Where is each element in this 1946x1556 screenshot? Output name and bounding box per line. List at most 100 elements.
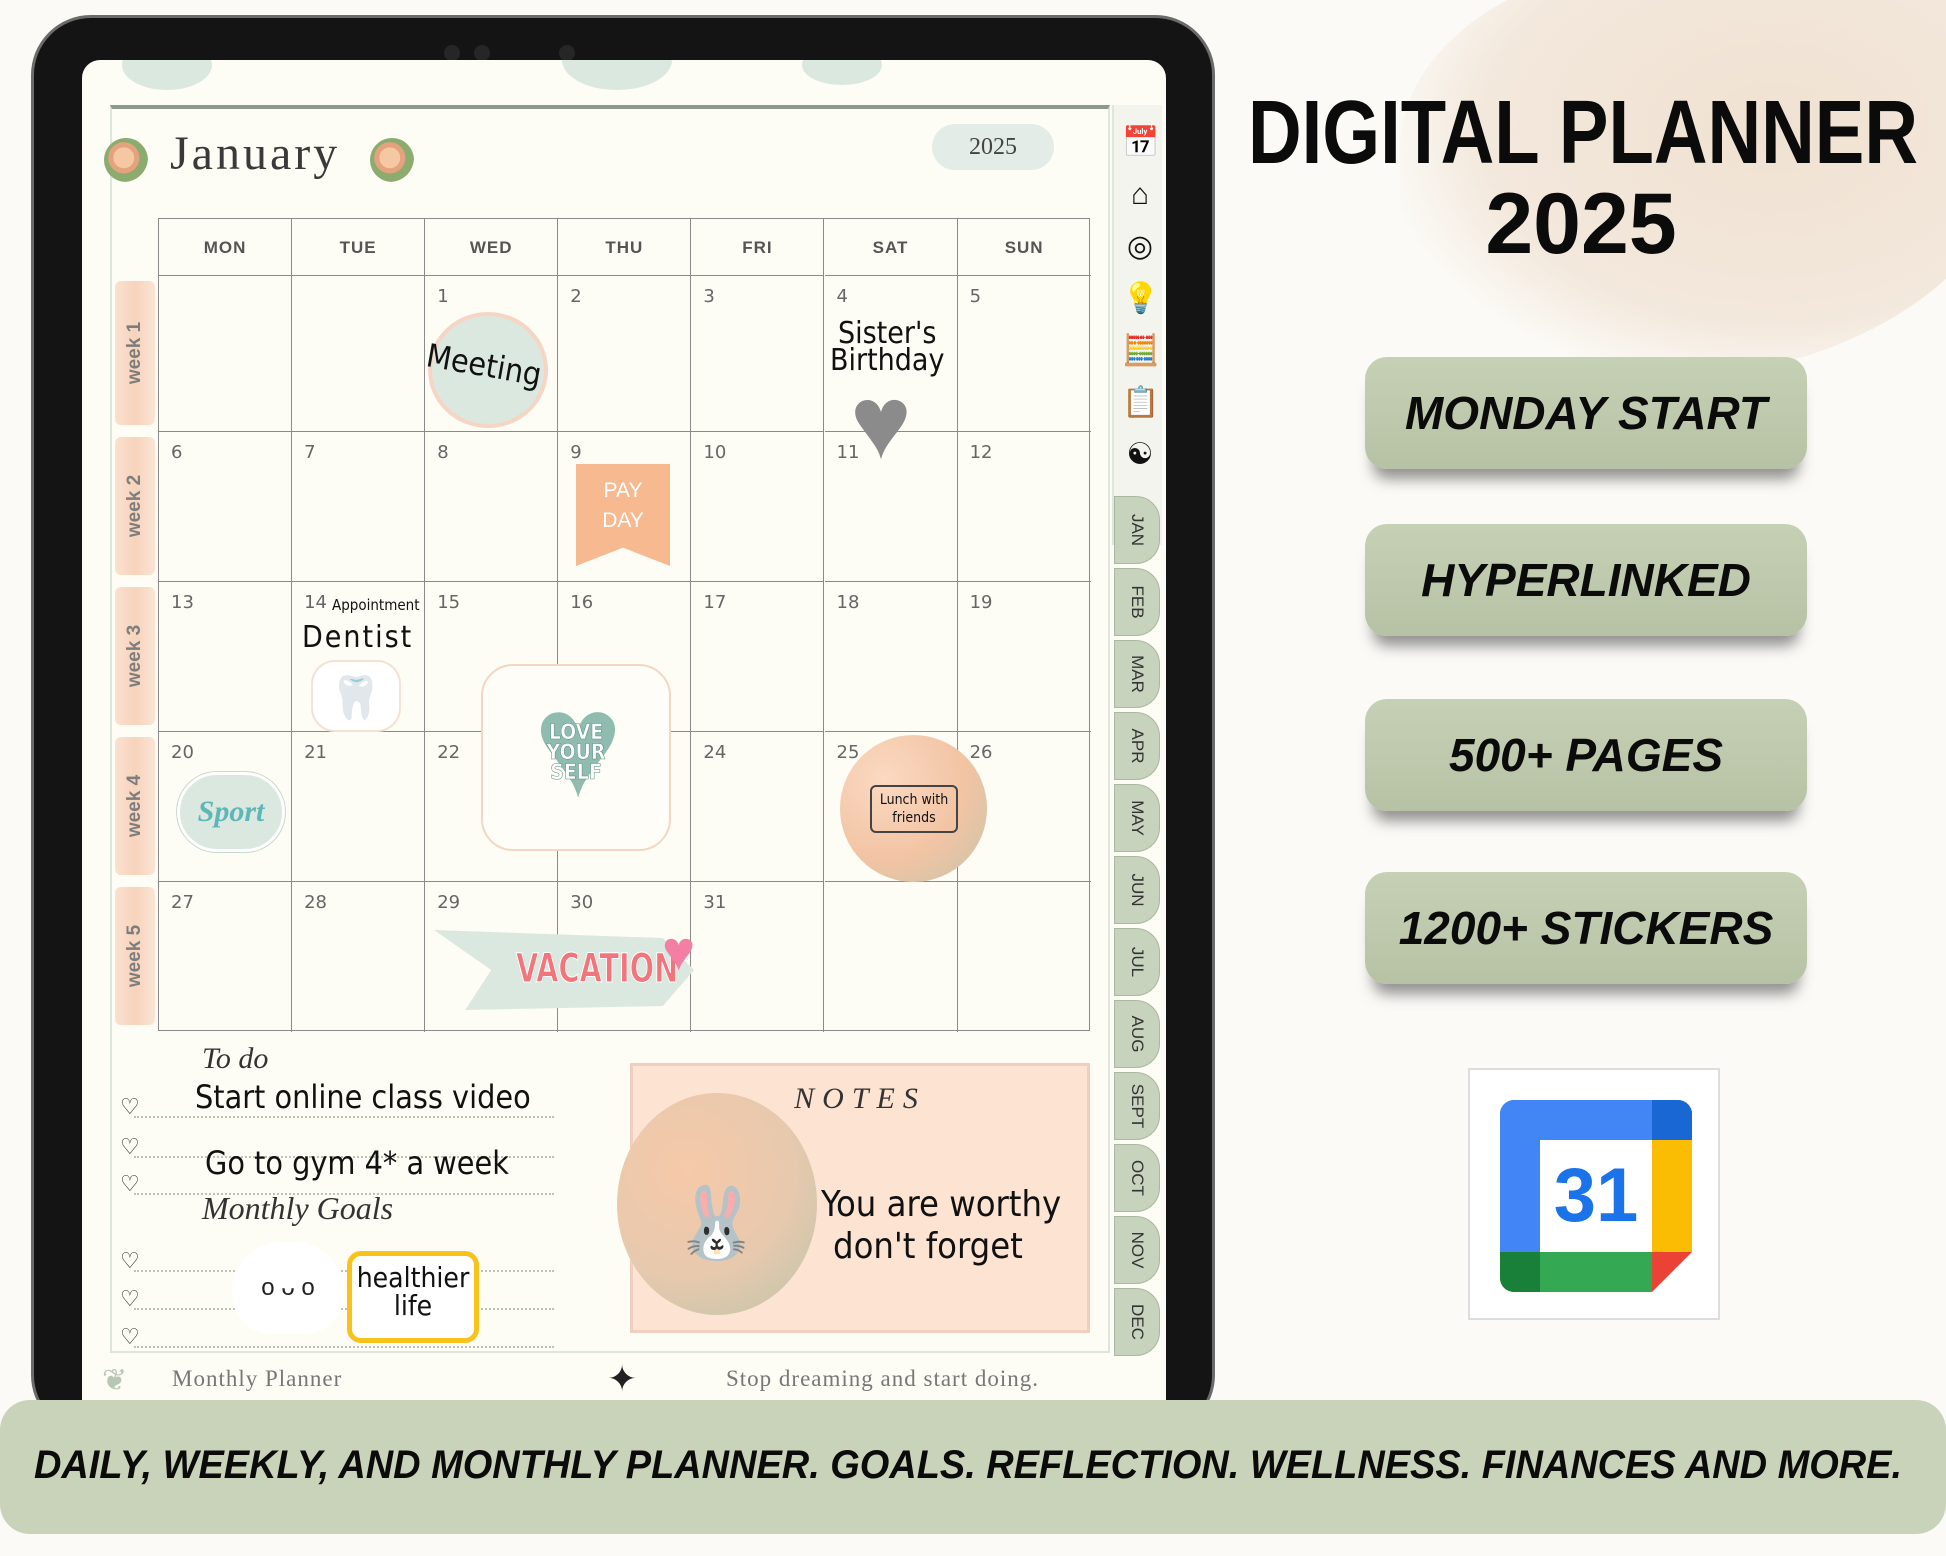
notes-text: You are worthy don't forget	[821, 1184, 1062, 1267]
tab-label: FEB	[1128, 585, 1147, 619]
week-label-text: week 5	[124, 924, 145, 988]
todo-item[interactable]: Go to gym 4* a week	[205, 1144, 509, 1182]
heart-checkbox-icon[interactable]: ♡	[120, 1324, 140, 1350]
day-cell[interactable]: 3	[691, 276, 825, 432]
heart-checkbox-icon[interactable]: ♡	[120, 1248, 140, 1274]
bunny-icon: 🐰	[673, 1184, 761, 1262]
week-label[interactable]: week 4	[115, 737, 155, 875]
tab-apr[interactable]: APR	[1114, 712, 1160, 780]
tab-jul[interactable]: JUL	[1114, 928, 1160, 996]
week-label[interactable]: week 2	[115, 437, 155, 575]
target-icon[interactable]: ◎	[1122, 229, 1158, 265]
tab-label: NOV	[1128, 1231, 1147, 1269]
day-cell[interactable]: 13	[159, 582, 293, 732]
calendar-grid: MON TUE WED THU FRI SAT SUN 1 2 3 4 5 6 7 8 9 10 11 12 13 14…	[158, 218, 1091, 1032]
day-number: 28	[304, 892, 327, 913]
todo-item[interactable]: Start online class video	[195, 1078, 531, 1116]
tab-may[interactable]: MAY	[1114, 784, 1160, 852]
quick-nav-sidebar: 📅 ⌂ ◎ 💡 🧮 📋 ☯	[1112, 105, 1162, 545]
day-cell[interactable]: 7	[292, 432, 426, 582]
tab-oct[interactable]: OCT	[1114, 1144, 1160, 1212]
day-cell[interactable]: 28	[292, 882, 426, 1032]
day-cell[interactable]: 21	[292, 732, 426, 882]
finance-calculator-icon[interactable]: 🧮	[1122, 333, 1159, 369]
day-number: 24	[703, 742, 727, 763]
weekday-header: THU	[558, 219, 692, 276]
week-label[interactable]: week 1	[115, 281, 155, 425]
tab-jan[interactable]: JAN	[1114, 496, 1160, 564]
day-cell[interactable]: 2	[558, 276, 692, 432]
dentist-label: Dentist	[302, 620, 414, 655]
day-cell[interactable]: 8	[425, 432, 559, 582]
lightbulb-puzzle-icon[interactable]: 💡	[1122, 281, 1159, 317]
heart-checkbox-icon[interactable]: ♡	[120, 1286, 140, 1312]
tab-aug[interactable]: AUG	[1114, 1000, 1160, 1068]
week-label-text: week 2	[124, 474, 145, 538]
tab-label: JUN	[1128, 873, 1147, 907]
day-cell[interactable]: 12	[957, 432, 1091, 582]
sticker-text: PAY	[603, 479, 643, 502]
tab-mar[interactable]: MAR	[1114, 640, 1160, 708]
day-cell[interactable]	[159, 276, 293, 432]
day-cell[interactable]: 10	[691, 432, 825, 582]
tab-jun[interactable]: JUN	[1114, 856, 1160, 924]
leaf-decoration	[802, 60, 882, 85]
tab-label: DEC	[1128, 1304, 1147, 1340]
day-cell[interactable]	[292, 276, 426, 432]
camera-dot	[444, 45, 460, 61]
sticker-text: LOVE YOUR SELF	[546, 720, 606, 784]
sticker-text: DAY	[602, 509, 644, 532]
love-yourself-sticker[interactable]: ♥ LOVE YOUR SELF	[481, 664, 671, 851]
day-number: 12	[969, 442, 993, 463]
home-heart-icon[interactable]: ⌂	[1122, 177, 1158, 213]
appointment-label: Appointment	[332, 596, 420, 614]
day-cell[interactable]	[825, 882, 958, 1032]
tab-sept[interactable]: SEPT	[1114, 1072, 1160, 1140]
day-cell[interactable]: 31	[691, 882, 825, 1032]
day-number: 25	[836, 742, 860, 763]
feature-badge: MONDAY START	[1365, 357, 1807, 469]
week-label[interactable]: week 5	[115, 887, 155, 1025]
heart-checkbox-icon[interactable]: ♡	[120, 1094, 140, 1120]
day-cell[interactable]: 24	[691, 732, 825, 882]
feature-text: MONDAY START	[1405, 387, 1771, 439]
tab-label: MAR	[1128, 655, 1147, 693]
day-number: 30	[570, 892, 594, 913]
week-label-text: week 3	[124, 624, 145, 688]
footer-right: Stop dreaming and start doing.	[726, 1366, 1039, 1391]
lunch-with-friends-sticker[interactable]: Lunch with friends	[840, 735, 987, 882]
tab-label: JAN	[1128, 513, 1147, 547]
meeting-sticker[interactable]: Meeting	[424, 312, 548, 428]
feature-badge: HYPERLINKED	[1365, 524, 1807, 636]
heart-checkbox-icon[interactable]: ♡	[120, 1171, 140, 1197]
heart-checkbox-icon[interactable]: ♡	[120, 1134, 140, 1160]
todo-line[interactable]	[134, 1308, 554, 1310]
day-cell[interactable]: 19	[957, 582, 1091, 732]
tab-label: AUG	[1128, 1015, 1147, 1053]
day-cell[interactable]	[958, 882, 1091, 1032]
notes-clipboard-icon[interactable]: 📋	[1122, 385, 1159, 421]
todo-line[interactable]	[134, 1346, 554, 1348]
week-label[interactable]: week 3	[115, 587, 155, 725]
wellness-icon[interactable]: ☯	[1122, 437, 1158, 473]
day-cell[interactable]: 18	[824, 582, 958, 732]
tab-label: MAY	[1128, 800, 1147, 836]
day-cell[interactable]: 27	[159, 882, 293, 1032]
todo-line[interactable]	[134, 1116, 554, 1118]
month-title: January	[170, 127, 341, 180]
day-cell[interactable]: 5	[957, 276, 1091, 432]
sport-sticker[interactable]: Sport	[177, 772, 285, 852]
tab-feb[interactable]: FEB	[1114, 568, 1160, 636]
healthier-life-sticker[interactable]: healthier life	[347, 1251, 479, 1343]
day-number: 7	[304, 442, 316, 463]
day-cell[interactable]: 17	[691, 582, 825, 732]
tab-dec[interactable]: DEC	[1114, 1288, 1160, 1356]
notes-box[interactable]: NOTES 🐰 You are worthy don't forget	[617, 1063, 1090, 1333]
calendar-icon[interactable]: 📅	[1122, 125, 1159, 161]
day-number: 29	[437, 892, 461, 913]
day-number: 8	[437, 442, 449, 463]
todo-line[interactable]	[134, 1270, 554, 1272]
leaf-decoration	[562, 60, 672, 90]
tab-nov[interactable]: NOV	[1114, 1216, 1160, 1284]
day-cell[interactable]: 6	[159, 432, 293, 582]
